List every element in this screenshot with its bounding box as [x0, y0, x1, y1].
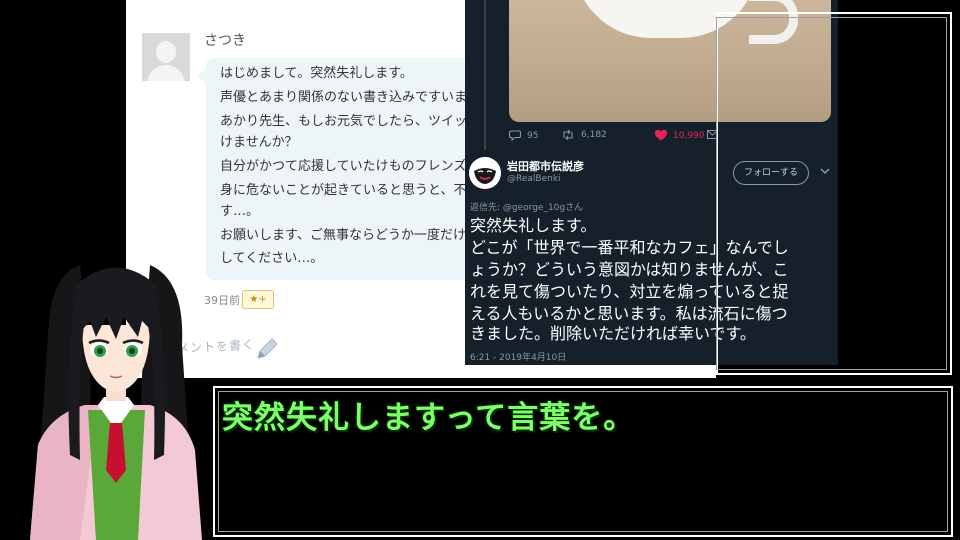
comment-line: はじめまして。突然失礼します。: [220, 66, 413, 81]
comment-line: してください…。: [220, 251, 324, 266]
retweet-icon: [563, 130, 573, 140]
tweet-text-line: きました。削除いただければ幸いです。: [470, 324, 756, 343]
comment-line: お願いします、ご無事ならどうか一度だけ: [220, 228, 466, 243]
comment-line: あかり先生、もしお元気でしたら、ツイッ: [220, 114, 468, 129]
commenter-avatar: [142, 33, 190, 81]
add-star-button[interactable]: ★+: [242, 290, 274, 309]
heart-icon: [655, 130, 667, 141]
reply-icon: [509, 130, 521, 141]
tweet-text-line: 突然失礼します。: [470, 216, 597, 235]
comment-line: けませんか？: [220, 135, 298, 150]
pencil-icon[interactable]: [254, 336, 280, 362]
comment-line: 声優とあまり関係のない書き込みですいませ: [220, 90, 480, 105]
like-action[interactable]: 10,990: [655, 130, 705, 141]
upper-right-frame-inner: [716, 17, 947, 370]
retweet-count: 6,182: [581, 130, 607, 140]
like-count: 10,990: [673, 130, 705, 141]
commenter-name: さつき: [204, 33, 246, 49]
replying-to: 返信先: @george_10gさん: [470, 203, 584, 213]
comment-line: す…。: [220, 204, 260, 219]
retweet-action[interactable]: 6,182: [561, 130, 607, 140]
dialog-subtitle: 突然失礼しますって言葉を。: [222, 400, 636, 436]
reply-count: 95: [527, 130, 539, 141]
mask-face-icon: [469, 157, 501, 189]
tweet-actions: 95 6,182 10,990: [509, 130, 718, 146]
tweet-timestamp[interactable]: 6:21 - 2019年4月10日: [470, 350, 566, 363]
author-avatar[interactable]: [469, 157, 501, 189]
comment-line: 自分がかつて応援していたけものフレンズ: [220, 159, 467, 174]
reply-action[interactable]: 95: [509, 130, 538, 141]
author-handle[interactable]: @RealBenki: [507, 174, 561, 184]
thread-line: [484, 0, 486, 150]
author-display-name[interactable]: 岩田都市伝説彦: [507, 158, 584, 174]
comment-line: 身に危ないことが起きていると思うと、不: [220, 183, 467, 198]
character-portrait: [30, 265, 202, 540]
